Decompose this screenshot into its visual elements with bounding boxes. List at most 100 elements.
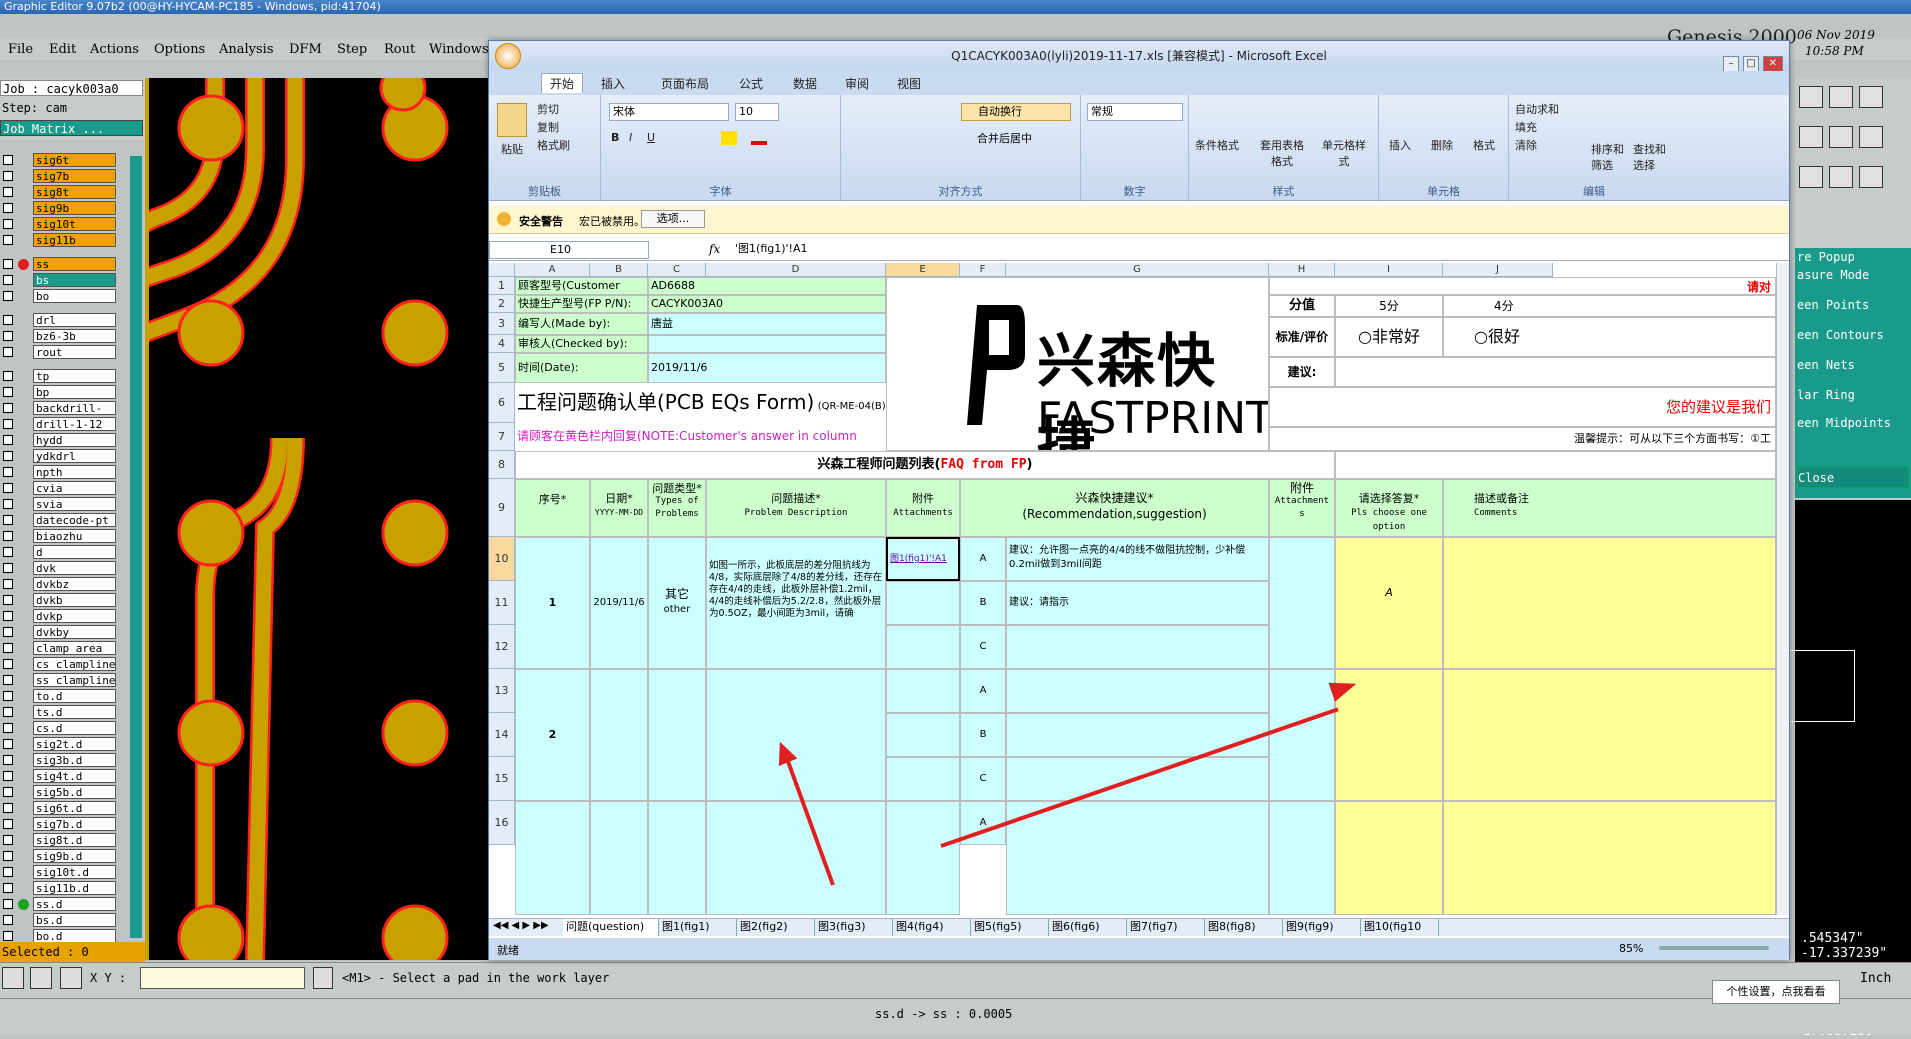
layer-name[interactable]: sig9b [33, 201, 116, 215]
hdr-reply[interactable]: 请选择答复* Pls choose one option [1335, 479, 1443, 537]
layer-name[interactable]: bo [33, 289, 116, 303]
layer-checkbox[interactable] [3, 467, 13, 477]
vertical-scrollbar[interactable] [1776, 263, 1789, 915]
tab-view[interactable]: 视图 [897, 75, 921, 92]
row3-attach2[interactable] [1269, 801, 1335, 915]
layer-row[interactable]: ydkdrl [0, 448, 145, 464]
tool-icon-6[interactable] [1859, 126, 1883, 148]
layer-checkbox[interactable] [3, 883, 13, 893]
radio-very-good-icon[interactable]: ○ [1358, 327, 1372, 346]
layer-name[interactable]: sig8t [33, 185, 116, 199]
row-header-9[interactable]: 9 [489, 479, 515, 537]
layer-checkbox[interactable] [3, 203, 13, 213]
layer-checkbox[interactable] [3, 315, 13, 325]
grid-tool-icon[interactable] [60, 967, 82, 989]
layer-name[interactable]: sig11b.d [33, 881, 116, 895]
row-header-6[interactable]: 6 [489, 383, 515, 423]
row-header-10[interactable]: 10 [489, 537, 515, 581]
row1-rec-b[interactable]: 建议：请指示 [1006, 581, 1269, 625]
hdr-attach2[interactable]: 附件 Attachment s [1269, 479, 1335, 537]
date-label[interactable]: 时间(Date): [515, 353, 648, 383]
layer-checkbox[interactable] [3, 275, 13, 285]
layer-name[interactable]: to.d [33, 689, 116, 703]
row-header-11[interactable]: 11 [489, 581, 515, 625]
layer-row[interactable]: sig6t [0, 152, 145, 168]
paste-icon[interactable] [497, 103, 527, 137]
layer-name[interactable]: sig4t.d [33, 769, 116, 783]
row2-seq[interactable]: 2 [515, 669, 590, 801]
row-header-12[interactable]: 12 [489, 625, 515, 669]
popup-item-3[interactable]: een Contours [1797, 328, 1884, 342]
layer-checkbox[interactable] [3, 171, 13, 181]
number-format-select[interactable]: 常规 [1087, 103, 1183, 121]
layer-name[interactable]: sig10t.d [33, 865, 116, 879]
layer-checkbox[interactable] [3, 595, 13, 605]
layer-row[interactable]: d [0, 544, 145, 560]
layer-row[interactable]: dvkbz [0, 576, 145, 592]
layer-row[interactable]: bp [0, 384, 145, 400]
very-good-option[interactable]: ○非常好 [1335, 317, 1443, 357]
layer-row[interactable]: ss_clampline [0, 672, 145, 688]
cut-button[interactable]: 剪切 [537, 101, 559, 117]
layer-name[interactable]: cs_clampline [33, 657, 116, 671]
layer-row[interactable]: ss [0, 256, 145, 272]
col-header-d[interactable]: D [706, 263, 886, 277]
corner-cell[interactable] [489, 263, 515, 277]
row2-opt-a[interactable]: A [960, 669, 1006, 713]
layer-row[interactable]: tp [0, 368, 145, 384]
layer-row[interactable]: drill-1-12 [0, 416, 145, 432]
layer-name[interactable]: sig7b.d [33, 817, 116, 831]
layer-name[interactable]: drill-1-12 [33, 417, 116, 431]
menu-rout[interactable]: Rout [384, 42, 415, 57]
row1-attach2[interactable] [1269, 537, 1335, 669]
copy-button[interactable]: 复制 [537, 119, 559, 135]
format-cells-button[interactable]: 格式 [1473, 137, 1495, 153]
wrap-text-button[interactable]: 自动换行 [961, 103, 1071, 121]
zoom-tool-icon[interactable] [2, 967, 24, 989]
row1-seq[interactable]: 1 [515, 537, 590, 669]
popup-item-0[interactable]: re Popup [1797, 250, 1855, 264]
measure-tool-icon[interactable] [30, 967, 52, 989]
layer-row[interactable]: backdrill- [0, 400, 145, 416]
layer-row[interactable]: npth [0, 464, 145, 480]
input-toggle-icon[interactable] [313, 967, 333, 989]
pcb-graphics-canvas[interactable] [140, 64, 490, 972]
layer-row[interactable]: bz6-3b [0, 328, 145, 344]
row-header-8[interactable]: 8 [489, 451, 515, 479]
layer-checkbox[interactable] [3, 899, 13, 909]
layer-row[interactable]: cs_clampline [0, 656, 145, 672]
layer-row[interactable]: sig2t.d [0, 736, 145, 752]
fp-pn-label[interactable]: 快捷生产型号(FP P/N): [515, 295, 648, 313]
tool-icon-9[interactable] [1859, 166, 1883, 188]
layer-name[interactable]: datecode-pt [33, 513, 116, 527]
menu-file[interactable]: File [8, 42, 33, 57]
faq-title[interactable]: 兴森工程师问题列表(FAQ from FP) [515, 451, 1335, 479]
tab-review[interactable]: 审阅 [845, 75, 869, 92]
menu-dfm[interactable]: DFM [289, 42, 322, 57]
tool-icon-3[interactable] [1859, 86, 1883, 108]
layer-name[interactable]: d [33, 545, 116, 559]
row2-rec-a[interactable] [1006, 669, 1269, 713]
layer-name[interactable]: dvkby [33, 625, 116, 639]
layer-row[interactable]: sig11b [0, 232, 145, 248]
layer-name[interactable]: ydkdrl [33, 449, 116, 463]
insert-cells-button[interactable]: 插入 [1389, 137, 1411, 153]
row-header-13[interactable]: 13 [489, 669, 515, 713]
layer-name[interactable]: ss_clampline [33, 673, 116, 687]
name-box[interactable]: E10 [489, 241, 649, 259]
yellow-area-note[interactable]: 请顾客在黄色栏内回复(NOTE:Customer's answer in col… [515, 423, 886, 451]
layer-row[interactable]: ts.d [0, 704, 145, 720]
popup-item-2[interactable]: een Points [1797, 298, 1869, 312]
layer-name[interactable]: clamp_area [33, 641, 116, 655]
sheet-tab[interactable]: 图10(fig10 [1361, 919, 1439, 936]
table-format-button[interactable]: 套用表格格式 [1257, 137, 1307, 169]
sheet-tab[interactable]: 图4(fig4) [893, 919, 971, 936]
layer-name[interactable]: sig7b [33, 169, 116, 183]
col-header-f[interactable]: F [960, 263, 1006, 277]
layer-checkbox[interactable] [3, 627, 13, 637]
layer-row[interactable]: sig7b.d [0, 816, 145, 832]
row2-remark[interactable] [1443, 669, 1776, 801]
row3-reply[interactable] [1335, 801, 1443, 915]
layer-row[interactable]: sig7b [0, 168, 145, 184]
row1-rec-c[interactable] [1006, 625, 1269, 669]
